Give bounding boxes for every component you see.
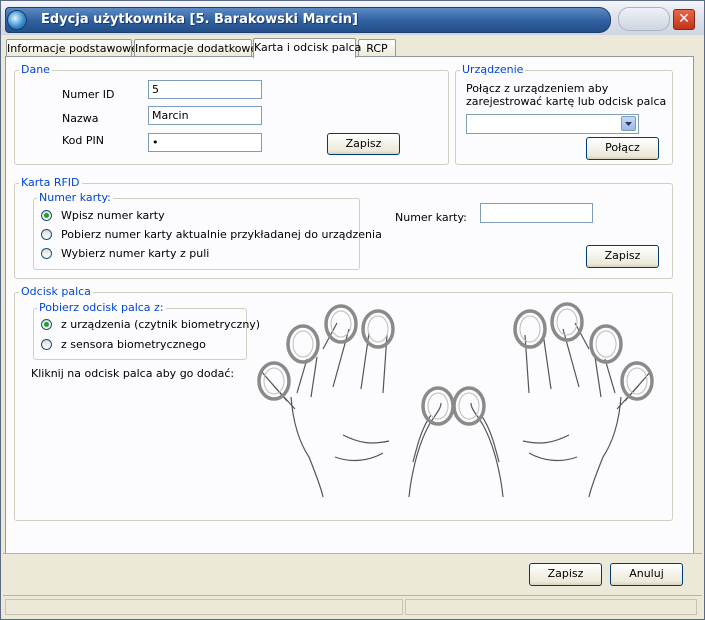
- karta-rfid-legend: Karta RFID: [19, 176, 82, 189]
- device-select[interactable]: [466, 114, 639, 134]
- odcisk-palca-legend: Odcisk palca: [19, 285, 93, 298]
- title-bar[interactable]: Edycja użytkownika [5. Barakowski Marcin…: [1, 1, 704, 35]
- footer-save-button[interactable]: Zapisz: [529, 563, 602, 586]
- pin-field[interactable]: •: [148, 133, 262, 152]
- radio-z-urzadzenia[interactable]: [41, 319, 52, 330]
- pobierz-odcisk-subgroup: [33, 308, 247, 360]
- status-pane-left: [5, 599, 403, 615]
- rfid-save-button[interactable]: Zapisz: [586, 245, 659, 268]
- radio-z-urzadzenia-label[interactable]: z urządzenia (czytnik biometryczny): [61, 318, 260, 331]
- card-number-field[interactable]: [480, 203, 593, 223]
- numer-karty-legend: Numer karty:: [37, 191, 113, 204]
- status-bar: [3, 595, 702, 616]
- dropdown-arrow-icon[interactable]: [621, 116, 636, 131]
- radio-wybierz-z-puli-label[interactable]: Wybierz numer karty z puli: [61, 247, 209, 260]
- radio-z-sensora-label[interactable]: z sensora biometrycznego: [61, 338, 206, 351]
- connect-button[interactable]: Połącz: [586, 137, 659, 160]
- tab-informacje-dodatkowe[interactable]: Informacje dodatkowe: [134, 39, 257, 57]
- dane-save-button[interactable]: Zapisz: [327, 133, 400, 155]
- status-pane-right: [405, 599, 697, 615]
- urzadzenie-legend: Urządzenie: [460, 63, 526, 76]
- tab-karta-i-odcisk-palca[interactable]: Karta i odcisk palca: [253, 38, 361, 58]
- pin-label: Kod PIN: [62, 134, 104, 147]
- title-bar-extra: [618, 7, 670, 31]
- radio-wpisz-numer-label[interactable]: Wpisz numer karty: [61, 209, 165, 222]
- divider: [3, 553, 702, 554]
- numer-id-label: Numer ID: [62, 88, 115, 101]
- radio-pobierz-numer[interactable]: [41, 229, 52, 240]
- tab-informacje-podstawowe[interactable]: Informacje podstawowe: [6, 39, 138, 57]
- radio-wybierz-z-puli[interactable]: [41, 248, 52, 259]
- close-icon[interactable]: ✕: [673, 9, 695, 30]
- numer-id-field[interactable]: 5: [148, 80, 262, 99]
- window-title: Edycja użytkownika [5. Barakowski Marcin…: [41, 12, 358, 27]
- dane-legend: Dane: [19, 63, 52, 76]
- radio-pobierz-numer-label[interactable]: Pobierz numer karty aktualnie przykładan…: [61, 228, 382, 241]
- hands-illustration: [257, 302, 654, 498]
- window: Edycja użytkownika [5. Barakowski Marcin…: [0, 0, 705, 620]
- tab-rcp[interactable]: RCP: [358, 39, 396, 57]
- urzadzenie-desc-line2: zarejestrować kartę lub odcisk palca: [466, 95, 667, 108]
- pobierz-odcisk-legend: Pobierz odcisk palca z:: [37, 301, 166, 314]
- radio-wpisz-numer[interactable]: [41, 210, 52, 221]
- card-number-label: Numer karty:: [395, 211, 467, 224]
- fingerprint-hint: Kliknij na odcisk palca aby go dodać:: [31, 367, 235, 380]
- nazwa-label: Nazwa: [62, 112, 99, 125]
- radio-z-sensora[interactable]: [41, 339, 52, 350]
- urzadzenie-desc-line1: Połącz z urządzeniem aby: [466, 82, 609, 95]
- cancel-button[interactable]: Anuluj: [610, 563, 683, 586]
- nazwa-field[interactable]: Marcin: [148, 106, 262, 125]
- app-icon[interactable]: [7, 10, 27, 30]
